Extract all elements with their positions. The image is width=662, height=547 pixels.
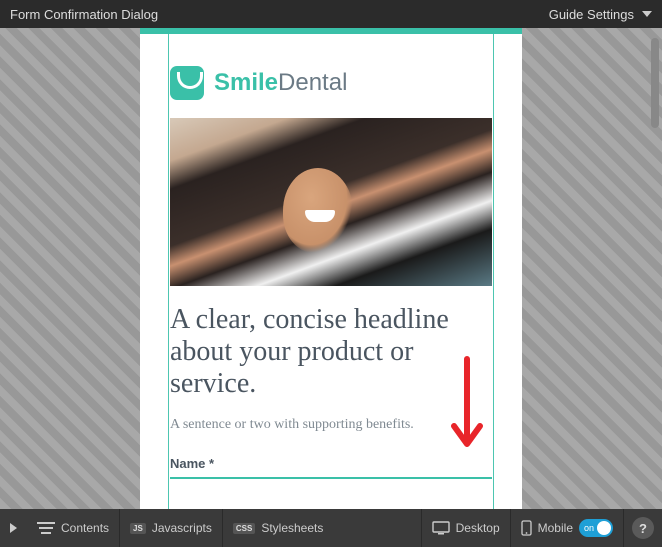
- mobile-preview-frame[interactable]: SmileDental A clear, concise headline ab…: [140, 28, 522, 509]
- brand-name-bold: Smile: [214, 69, 278, 96]
- css-badge-icon: CSS: [233, 523, 255, 534]
- guide-settings-button[interactable]: Guide Settings: [549, 7, 652, 22]
- play-icon: [10, 523, 17, 533]
- desktop-label: Desktop: [456, 521, 500, 535]
- mobile-toggle[interactable]: on: [579, 519, 613, 537]
- mobile-label: Mobile: [538, 521, 573, 535]
- help-icon: ?: [639, 521, 647, 536]
- contents-button[interactable]: Contents: [27, 509, 119, 547]
- page-content[interactable]: SmileDental A clear, concise headline ab…: [140, 34, 522, 479]
- mobile-view-button[interactable]: Mobile on: [511, 509, 623, 547]
- subheadline-text[interactable]: A sentence or two with supporting benefi…: [170, 415, 492, 435]
- bottom-toolbar: Contents JS Javascripts CSS Stylesheets …: [0, 509, 662, 547]
- guide-settings-label: Guide Settings: [549, 7, 634, 22]
- headline-text[interactable]: A clear, concise headline about your pro…: [170, 304, 492, 401]
- help-button[interactable]: ?: [632, 517, 654, 539]
- stylesheets-label: Stylesheets: [261, 521, 323, 535]
- name-field-input[interactable]: [170, 477, 492, 479]
- toggle-knob: [597, 521, 611, 535]
- toggle-state-label: on: [584, 523, 594, 533]
- desktop-icon: [432, 521, 450, 535]
- divider: [623, 509, 624, 547]
- contents-icon: [37, 522, 55, 534]
- brand-logo[interactable]: SmileDental: [170, 66, 492, 100]
- name-field-label[interactable]: Name *: [170, 456, 492, 471]
- dialog-title: Form Confirmation Dialog: [10, 7, 158, 22]
- canvas-area: SmileDental A clear, concise headline ab…: [0, 28, 662, 509]
- desktop-view-button[interactable]: Desktop: [422, 509, 510, 547]
- mobile-icon: [521, 520, 532, 536]
- top-bar: Form Confirmation Dialog Guide Settings: [0, 0, 662, 28]
- stylesheets-button[interactable]: CSS Stylesheets: [223, 509, 334, 547]
- javascripts-button[interactable]: JS Javascripts: [120, 509, 222, 547]
- brand-name: SmileDental: [214, 69, 347, 97]
- expand-button[interactable]: [0, 509, 27, 547]
- brand-name-light: Dental: [278, 69, 347, 96]
- javascripts-label: Javascripts: [152, 521, 212, 535]
- js-badge-icon: JS: [130, 523, 146, 534]
- contents-label: Contents: [61, 521, 109, 535]
- chevron-down-icon: [642, 11, 652, 17]
- vertical-scrollbar[interactable]: [651, 38, 659, 128]
- smile-logo-icon: [170, 66, 204, 100]
- hero-image[interactable]: [170, 118, 492, 286]
